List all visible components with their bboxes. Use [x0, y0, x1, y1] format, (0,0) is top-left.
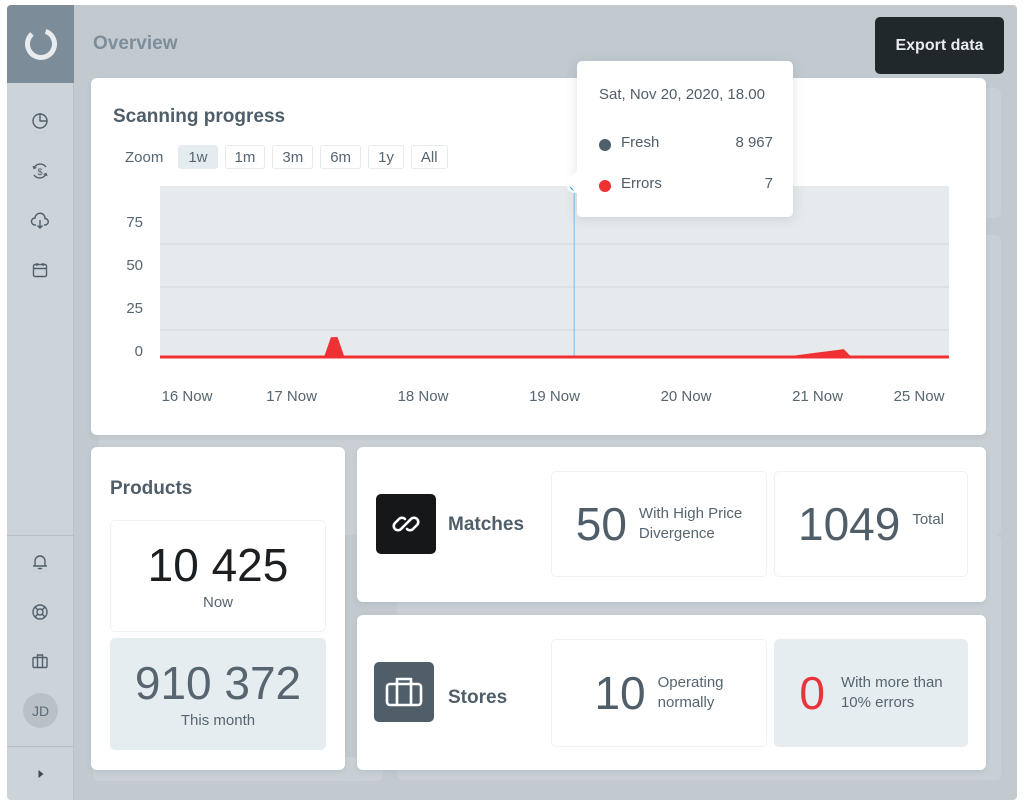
link-icon: [392, 516, 420, 532]
card-title: Products: [110, 478, 193, 499]
products-card: Products 10 425 Now 910 372 This month: [91, 447, 345, 770]
tooltip-row-fresh: Fresh 8 967: [599, 133, 773, 151]
briefcase-icon: [32, 654, 48, 669]
x-tick-label: 20 Now: [661, 388, 712, 405]
export-data-button[interactable]: Export data: [875, 17, 1004, 74]
card-title: Matches: [448, 514, 525, 535]
y-tick-label: 0: [135, 343, 143, 360]
sidebar-item-stores[interactable]: [28, 649, 52, 673]
card-title: Stores: [448, 687, 508, 708]
logo-icon: [24, 28, 57, 60]
sidebar-item-reports[interactable]: [28, 109, 52, 133]
x-tick-label: 21 Now: [792, 388, 843, 405]
x-tick-label: 25 Now: [894, 388, 945, 405]
x-tick-label: 18 Now: [398, 388, 449, 405]
matches-card: Matches 50 With High Price Divergence 10…: [357, 447, 986, 602]
products-now-label: Now: [202, 593, 233, 611]
sidebar-item-pricing[interactable]: $: [28, 159, 52, 183]
y-tick-label: 75: [126, 214, 143, 231]
x-tick-label: 19 Now: [529, 388, 580, 405]
products-month-stat: 910 372 This month: [110, 638, 326, 750]
briefcase-icon: [385, 677, 423, 707]
errors-legend-dot: [599, 180, 611, 192]
calendar-icon: [32, 263, 48, 278]
sidebar-item-support[interactable]: [28, 600, 52, 624]
stores-errors-stat: 0 With more than 10% errors: [774, 639, 968, 747]
lifebuoy-icon: [32, 604, 48, 620]
fresh-legend-dot: [599, 139, 611, 151]
logo[interactable]: [7, 5, 74, 83]
matches-divergence-label: With High Price Divergence: [639, 504, 742, 544]
cloud-download-icon: [30, 212, 49, 229]
stores-errors-value: 0: [799, 667, 825, 719]
plot-background: [160, 186, 949, 358]
bell-icon: [32, 555, 48, 570]
stores-icon-tile: [374, 662, 434, 722]
avatar-initials: JD: [31, 702, 50, 719]
tooltip-series-value: 8 967: [735, 133, 773, 151]
sidebar: $ JD: [7, 5, 74, 800]
tooltip-row-errors: Errors 7: [599, 174, 773, 192]
page-title: Overview: [93, 33, 178, 54]
sidebar-item-notifications[interactable]: [28, 550, 52, 574]
label-line: Divergence: [638, 525, 715, 542]
products-now-stat: 10 425 Now: [110, 520, 326, 632]
pie-chart-icon: [32, 113, 48, 129]
y-tick-label: 25: [126, 300, 143, 317]
products-month-value: 910 372: [134, 656, 302, 709]
chart-tooltip: Sat, Nov 20, 2020, 18.00 Fresh 8 967 Err…: [577, 61, 793, 217]
avatar[interactable]: JD: [23, 693, 58, 728]
tooltip-series-value: 7: [764, 174, 773, 192]
stores-card: Stores 10 Operating normally 0 With more…: [357, 615, 986, 770]
dollar-cycle-icon: $: [32, 163, 48, 179]
x-tick-label: 16 Now: [162, 388, 213, 405]
tooltip-series-name: Errors: [621, 174, 662, 192]
x-tick-label: 17 Now: [266, 388, 317, 405]
y-tick-label: 50: [126, 257, 143, 274]
label-line: With more than: [840, 674, 943, 691]
matches-divergence-value: 50: [575, 498, 627, 550]
expand-sidebar-button[interactable]: [7, 748, 74, 800]
sidebar-item-downloads[interactable]: [28, 209, 52, 233]
matches-total-value: 1049: [797, 498, 901, 550]
scanning-progress-card: Scanning progress Zoom 1w 1m 3m 6m 1y Al…: [91, 78, 986, 435]
products-now-value: 10 425: [147, 538, 289, 591]
label-line: normally: [657, 694, 715, 711]
label-line: With High Price: [638, 505, 743, 522]
matches-icon-tile: [376, 494, 436, 554]
stores-normal-label: Operating normally: [658, 673, 724, 713]
tooltip-date: Sat, Nov 20, 2020, 18.00: [599, 86, 765, 103]
app-frame: $ JD Overview Export data Scanning progr…: [7, 5, 1017, 800]
matches-divergence-stat: 50 With High Price Divergence: [551, 471, 767, 577]
sidebar-divider: [7, 746, 74, 747]
stores-normal-stat: 10 Operating normally: [551, 639, 767, 747]
tooltip-series-name: Fresh: [621, 133, 660, 151]
scanning-chart[interactable]: 0 25 50 75 16 Now 17 Now 18 Now 19 Now 20 Now 21 …: [91, 78, 986, 435]
label-line: 10% errors: [840, 694, 915, 711]
matches-total-stat: 1049 Total: [774, 471, 968, 577]
label-line: Operating: [657, 674, 724, 691]
svg-text:$: $: [37, 167, 42, 177]
stores-normal-value: 10: [594, 667, 646, 719]
matches-total-label: Total: [912, 511, 945, 528]
sidebar-divider: [7, 535, 74, 536]
sidebar-item-calendar[interactable]: [28, 258, 52, 282]
products-month-label: This month: [180, 711, 256, 729]
stores-errors-label: With more than 10% errors: [841, 673, 943, 713]
caret-right-icon: [38, 770, 43, 778]
